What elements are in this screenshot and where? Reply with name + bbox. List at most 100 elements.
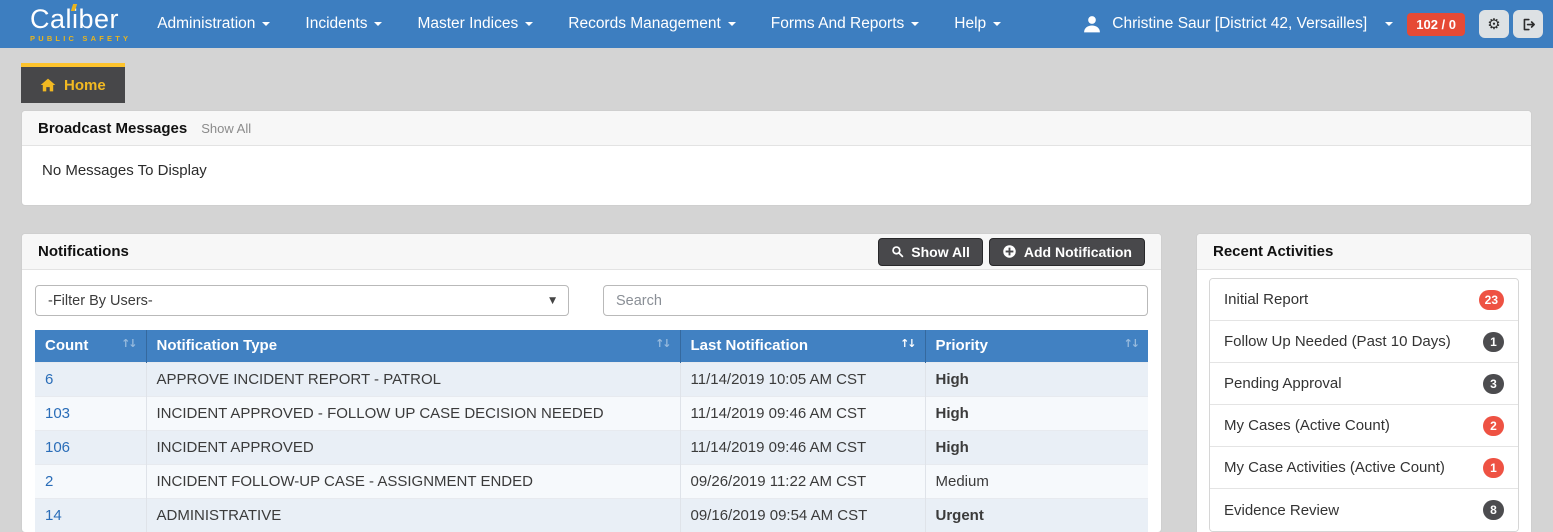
plus-circle-icon — [1002, 244, 1017, 259]
chevron-down-icon — [911, 22, 919, 26]
tab-home[interactable]: Home — [21, 63, 125, 103]
chevron-down-icon — [262, 22, 270, 26]
select-caret-icon: ▼ — [549, 296, 556, 306]
user-menu-caret-icon[interactable] — [1385, 22, 1393, 26]
notifications-table: Count↑↓ Notification Type↑↓ Last Notific… — [35, 330, 1148, 532]
broadcast-show-all-link[interactable]: Show All — [201, 121, 251, 136]
recent-activities-header: Recent Activities — [1197, 234, 1531, 270]
sort-icon[interactable]: ↑↓ — [900, 337, 914, 350]
menu-incidents[interactable]: Incidents — [305, 15, 382, 33]
activity-label: My Case Activities (Active Count) — [1224, 459, 1445, 476]
notifications-body: -Filter By Users- ▼ Count↑↓ Notification… — [22, 270, 1161, 532]
filter-row: -Filter By Users- ▼ — [35, 285, 1148, 316]
priority-cell: High — [925, 396, 1148, 430]
priority-cell: Medium — [925, 464, 1148, 498]
activity-count-badge: 1 — [1483, 458, 1504, 478]
settings-button[interactable]: ⚙ — [1479, 10, 1509, 38]
recent-activities-body: Initial Report 23 Follow Up Needed (Past… — [1197, 270, 1531, 532]
sort-icon[interactable]: ↑↓ — [121, 337, 135, 350]
count-link[interactable]: 106 — [45, 439, 70, 456]
table-row: 106 INCIDENT APPROVED 11/14/2019 09:46 A… — [35, 430, 1148, 464]
activity-label: My Cases (Active Count) — [1224, 417, 1390, 434]
add-notification-button[interactable]: Add Notification — [989, 238, 1145, 266]
last-notification-cell: 11/14/2019 10:05 AM CST — [680, 362, 925, 396]
notifications-panel: Notifications Show All Add Notification … — [21, 233, 1162, 532]
column-header-priority[interactable]: Priority↑↓ — [925, 330, 1148, 362]
activity-count-badge: 23 — [1479, 290, 1504, 310]
menu-help[interactable]: Help — [954, 15, 1001, 33]
notifications-header-buttons: Show All Add Notification — [878, 238, 1145, 266]
tab-bar: Home — [21, 63, 1553, 103]
notification-type-cell: INCIDENT APPROVED — [146, 430, 680, 464]
list-item-initial-report[interactable]: Initial Report 23 — [1210, 279, 1518, 321]
no-messages-text: No Messages To Display — [42, 162, 207, 179]
table-row: 6 APPROVE INCIDENT REPORT - PATROL 11/14… — [35, 362, 1148, 396]
logout-button[interactable] — [1513, 10, 1543, 38]
broadcast-body: No Messages To Display — [22, 146, 1531, 205]
broadcast-title: Broadcast Messages — [38, 120, 187, 137]
list-item-my-cases[interactable]: My Cases (Active Count) 2 — [1210, 405, 1518, 447]
logout-icon — [1521, 17, 1536, 32]
filter-by-users-select[interactable]: -Filter By Users- ▼ — [35, 285, 569, 316]
caliber-logo[interactable]: Caliber PUBLIC SAFETY — [30, 6, 131, 43]
activity-count-badge: 8 — [1483, 500, 1504, 520]
search-input[interactable] — [603, 285, 1148, 316]
sort-icon[interactable]: ↑↓ — [1124, 337, 1138, 350]
activity-count-badge: 3 — [1483, 374, 1504, 394]
chevron-down-icon — [525, 22, 533, 26]
notification-count-badge[interactable]: 102 / 0 — [1407, 13, 1465, 36]
list-item-pending-approval[interactable]: Pending Approval 3 — [1210, 363, 1518, 405]
recent-activities-title: Recent Activities — [1213, 243, 1333, 260]
count-link[interactable]: 103 — [45, 405, 70, 422]
filter-selected-value: -Filter By Users- — [48, 293, 153, 309]
main-menu: Administration Incidents Master Indices … — [157, 15, 1001, 33]
notifications-title: Notifications — [38, 243, 129, 260]
activity-label: Initial Report — [1224, 291, 1308, 308]
count-link[interactable]: 6 — [45, 371, 53, 388]
user-name[interactable]: Christine Saur [District 42, Versailles] — [1112, 15, 1367, 33]
last-notification-cell: 11/14/2019 09:46 AM CST — [680, 430, 925, 464]
menu-administration[interactable]: Administration — [157, 15, 270, 33]
home-tab-label: Home — [64, 77, 106, 94]
user-icon — [1082, 14, 1102, 34]
search-icon — [891, 245, 904, 258]
notification-type-cell: ADMINISTRATIVE — [146, 498, 680, 532]
brand-name: Caliber — [30, 6, 131, 33]
activity-count-badge: 2 — [1483, 416, 1504, 436]
table-row: 103 INCIDENT APPROVED - FOLLOW UP CASE D… — [35, 396, 1148, 430]
home-icon — [40, 77, 56, 93]
last-notification-cell: 09/26/2019 11:22 AM CST — [680, 464, 925, 498]
navbar-right: Christine Saur [District 42, Versailles]… — [1082, 10, 1543, 38]
chevron-down-icon — [728, 22, 736, 26]
table-row: 2 INCIDENT FOLLOW-UP CASE - ASSIGNMENT E… — [35, 464, 1148, 498]
column-header-type[interactable]: Notification Type↑↓ — [146, 330, 680, 362]
activity-label: Follow Up Needed (Past 10 Days) — [1224, 333, 1451, 350]
notification-type-cell: INCIDENT FOLLOW-UP CASE - ASSIGNMENT END… — [146, 464, 680, 498]
chevron-down-icon — [374, 22, 382, 26]
sort-icon[interactable]: ↑↓ — [655, 337, 669, 350]
notification-type-cell: APPROVE INCIDENT REPORT - PATROL — [146, 362, 680, 396]
activity-count-badge: 1 — [1483, 332, 1504, 352]
list-item-follow-up-needed[interactable]: Follow Up Needed (Past 10 Days) 1 — [1210, 321, 1518, 363]
menu-master-indices[interactable]: Master Indices — [417, 15, 533, 33]
notifications-header: Notifications Show All Add Notification — [22, 234, 1161, 270]
count-link[interactable]: 14 — [45, 507, 62, 524]
last-notification-cell: 09/16/2019 09:54 AM CST — [680, 498, 925, 532]
top-navbar: Caliber PUBLIC SAFETY Administration Inc… — [0, 0, 1553, 48]
priority-cell: High — [925, 430, 1148, 464]
menu-forms-and-reports[interactable]: Forms And Reports — [771, 15, 920, 33]
recent-activities-panel: Recent Activities Initial Report 23 Foll… — [1196, 233, 1532, 532]
activity-label: Evidence Review — [1224, 502, 1339, 519]
list-item-evidence-review[interactable]: Evidence Review 8 — [1210, 489, 1518, 531]
list-item-my-case-activities[interactable]: My Case Activities (Active Count) 1 — [1210, 447, 1518, 489]
brand-tagline: PUBLIC SAFETY — [30, 35, 131, 43]
show-all-button[interactable]: Show All — [878, 238, 983, 266]
broadcast-messages-panel: Broadcast Messages Show All No Messages … — [21, 110, 1532, 206]
menu-records-management[interactable]: Records Management — [568, 15, 736, 33]
column-header-last-notification[interactable]: Last Notification↑↓ — [680, 330, 925, 362]
count-link[interactable]: 2 — [45, 473, 53, 490]
activity-list: Initial Report 23 Follow Up Needed (Past… — [1209, 278, 1519, 532]
last-notification-cell: 11/14/2019 09:46 AM CST — [680, 396, 925, 430]
column-header-count[interactable]: Count↑↓ — [35, 330, 146, 362]
gear-icon: ⚙ — [1487, 17, 1500, 32]
